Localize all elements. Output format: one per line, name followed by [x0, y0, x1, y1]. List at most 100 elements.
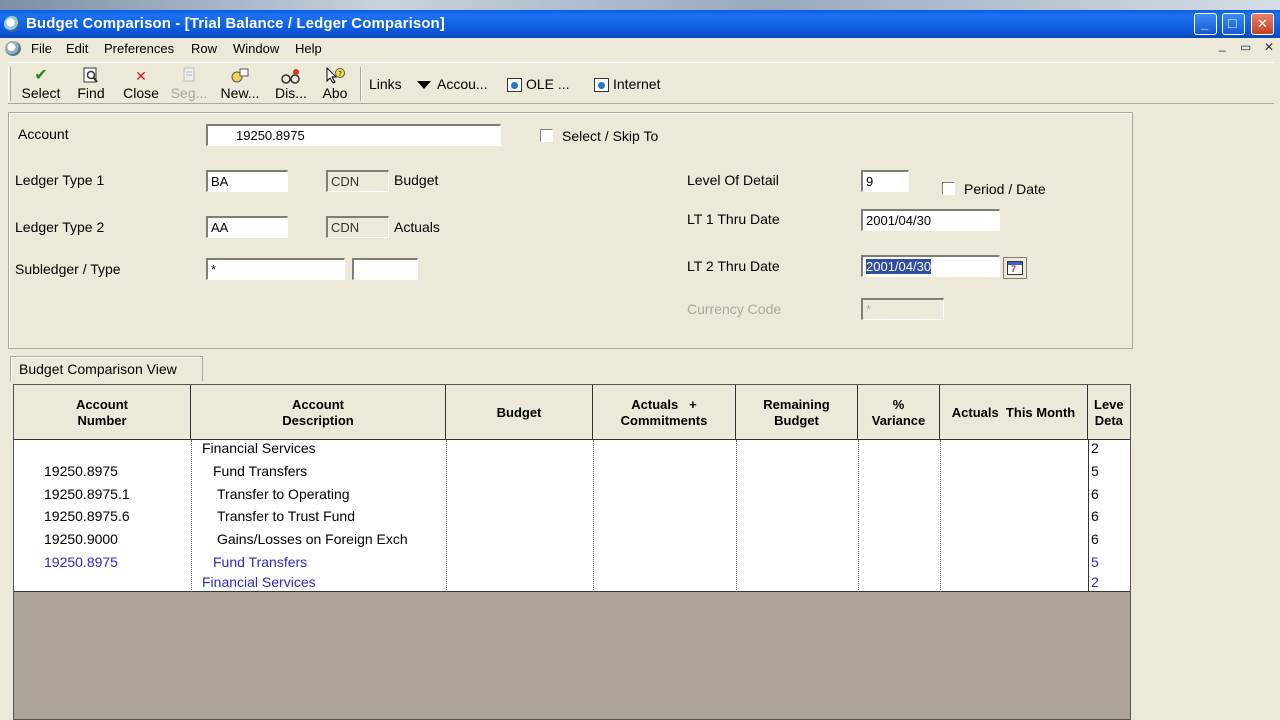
- ledger-type-2-input[interactable]: AA: [206, 216, 288, 238]
- lt2-thru-date-label: LT 2 Thru Date: [687, 258, 780, 274]
- close-x-icon: ✕: [135, 68, 147, 84]
- lt1-thru-date-label: LT 1 Thru Date: [687, 211, 780, 227]
- column-header-percent-variance[interactable]: % Variance: [858, 385, 940, 440]
- table-row[interactable]: 19250.8975 Fund Transfers 5: [14, 551, 1130, 573]
- internet-link[interactable]: Internet: [594, 76, 660, 93]
- minimize-button[interactable]: _: [1194, 13, 1217, 35]
- account-number-cell: 19250.8975.6: [44, 508, 130, 524]
- column-header-account-description[interactable]: Account Description: [191, 385, 446, 440]
- dropdown-arrow-icon: [417, 81, 431, 90]
- account-description-cell: Gains/Losses on Foreign Exch: [217, 531, 408, 547]
- title-bar: Budget Comparison - [Trial Balance / Led…: [0, 10, 1280, 38]
- menu-window[interactable]: Window: [233, 41, 279, 56]
- level-of-detail-input[interactable]: 9: [861, 170, 909, 192]
- about-button[interactable]: ? Abo: [317, 66, 353, 101]
- level-detail-cell: 2: [1091, 440, 1099, 456]
- account-number-cell: 19250.8975: [44, 554, 118, 570]
- table-row[interactable]: Financial Services 2: [14, 437, 1130, 459]
- menu-help[interactable]: Help: [295, 41, 322, 56]
- level-detail-cell: 6: [1091, 486, 1099, 502]
- close-window-button[interactable]: ✕: [1251, 13, 1274, 35]
- menu-preferences[interactable]: Preferences: [104, 41, 174, 56]
- select-skip-label: Select / Skip To: [562, 128, 659, 144]
- internet-icon: [594, 78, 609, 93]
- mdi-close-button[interactable]: ✕: [1264, 40, 1274, 54]
- menu-file[interactable]: File: [31, 41, 52, 56]
- lt2-thru-date-input[interactable]: 2001/04/30: [861, 255, 1000, 277]
- level-detail-cell: 6: [1091, 531, 1099, 547]
- subledger-type-label: Subledger / Type: [15, 261, 121, 277]
- ledger-type-1-input[interactable]: BA: [206, 170, 288, 192]
- ledger-type-2-label: Ledger Type 2: [15, 219, 105, 235]
- ole-link[interactable]: OLE ...: [507, 76, 570, 93]
- new-icon: [215, 67, 265, 85]
- find-button[interactable]: Find: [70, 67, 112, 101]
- table-row[interactable]: 19250.8975.6 Transfer to Trust Fund 6: [14, 505, 1130, 527]
- menu-row[interactable]: Row: [191, 41, 217, 56]
- account-description-cell: Fund Transfers: [213, 463, 308, 479]
- calendar-button[interactable]: 7: [1003, 257, 1027, 279]
- lt1-thru-date-input[interactable]: 2001/04/30: [861, 209, 1000, 231]
- display-icon: [270, 67, 312, 85]
- maximize-button[interactable]: □: [1222, 13, 1245, 35]
- account-description-cell: Transfer to Operating: [217, 486, 350, 502]
- ledger-type-1-label: Ledger Type 1: [15, 172, 105, 188]
- subledger-type-input[interactable]: [352, 258, 418, 280]
- close-button[interactable]: ✕ Close: [118, 67, 164, 101]
- new-button[interactable]: New...: [215, 67, 265, 101]
- display-button[interactable]: Dis...: [270, 67, 312, 101]
- level-of-detail-label: Level Of Detail: [687, 172, 779, 188]
- toolbar-separator: [360, 67, 362, 101]
- find-icon: [70, 67, 112, 85]
- column-header-budget[interactable]: Budget: [446, 385, 593, 440]
- seg-icon: [168, 67, 210, 85]
- table-row[interactable]: Financial Services 2: [14, 571, 1130, 593]
- table-row[interactable]: 19250.9000 Gains/Losses on Foreign Exch …: [14, 528, 1130, 550]
- accounts-link[interactable]: Accou...: [417, 76, 488, 92]
- toolbar-grip[interactable]: [8, 67, 11, 101]
- grid-body: Financial Services 2 19250.8975 Fund Tra…: [14, 437, 1130, 593]
- table-row[interactable]: 19250.8975 Fund Transfers 5: [14, 460, 1130, 482]
- menu-edit[interactable]: Edit: [66, 41, 88, 56]
- currency-code-input: *: [861, 298, 944, 320]
- select-skip-checkbox[interactable]: [540, 129, 553, 142]
- about-icon: ?: [317, 66, 353, 85]
- toolbar: ✔ Select Find ✕ Close Seg... New... Dis.…: [8, 62, 1274, 104]
- seg-button[interactable]: Seg...: [168, 67, 210, 101]
- level-detail-cell: 5: [1091, 463, 1099, 479]
- column-header-actuals-this-month[interactable]: Actuals This Month: [940, 385, 1088, 440]
- calendar-icon: 7: [1007, 261, 1023, 275]
- budget-comparison-grid: Account Number Account Description Budge…: [13, 384, 1131, 720]
- account-input[interactable]: 19250.8975: [206, 124, 501, 146]
- menu-bar: File Edit Preferences Row Window Help _ …: [0, 38, 1280, 59]
- column-header-account-number[interactable]: Account Number: [14, 385, 191, 440]
- period-date-checkbox[interactable]: [942, 182, 955, 195]
- currency-code-label: Currency Code: [687, 301, 782, 317]
- window-title: Budget Comparison - [Trial Balance / Led…: [26, 15, 445, 32]
- tab-budget-comparison-view[interactable]: Budget Comparison View: [10, 356, 203, 381]
- account-description-cell: Financial Services: [202, 574, 316, 590]
- table-row[interactable]: 19250.8975.1 Transfer to Operating 6: [14, 483, 1130, 505]
- document-icon[interactable]: [5, 41, 21, 56]
- desktop-strip: [0, 0, 1280, 10]
- column-header-remaining-budget[interactable]: Remaining Budget: [736, 385, 858, 440]
- ledger-type-1-description: Budget: [394, 172, 439, 188]
- account-number-cell: 19250.8975: [44, 463, 118, 479]
- svg-text:?: ?: [338, 70, 342, 78]
- account-label: Account: [18, 126, 69, 142]
- mdi-restore-button[interactable]: ▭: [1240, 40, 1251, 54]
- mdi-minimize-button[interactable]: _: [1219, 38, 1226, 52]
- check-icon: ✔: [34, 67, 48, 84]
- period-date-label: Period / Date: [964, 181, 1046, 197]
- account-number-cell: 19250.9000: [44, 531, 118, 547]
- account-number-cell: 19250.8975.1: [44, 486, 130, 502]
- ledger-type-2-currency: CDN: [326, 216, 389, 238]
- account-description-cell: Fund Transfers: [213, 554, 308, 570]
- app-icon[interactable]: [4, 16, 20, 32]
- subledger-input[interactable]: *: [206, 258, 345, 280]
- ledger-type-1-currency: CDN: [326, 170, 389, 192]
- column-header-actuals-commitments[interactable]: Actuals + Commitments: [593, 385, 736, 440]
- select-button[interactable]: ✔ Select: [18, 67, 64, 101]
- links-label: Links: [369, 76, 402, 92]
- column-header-level-detail[interactable]: Leve Deta: [1088, 385, 1130, 440]
